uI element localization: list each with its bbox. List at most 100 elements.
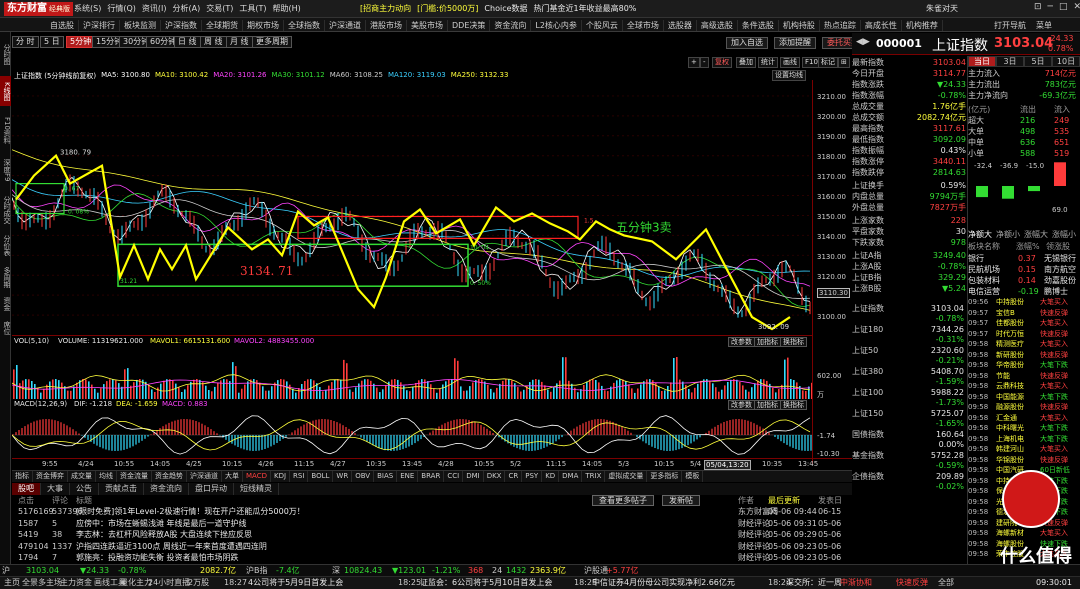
period-intraday[interactable]: 分 时 bbox=[12, 36, 39, 48]
indicator-tab[interactable]: 成交量 bbox=[68, 471, 96, 482]
ticker-news-item[interactable]: Choice数据 bbox=[484, 3, 527, 14]
news-tab-guba[interactable]: 股吧 bbox=[12, 483, 41, 495]
indicator-tab[interactable]: 大单 bbox=[222, 471, 243, 482]
ticker-item[interactable]: 全部 bbox=[938, 577, 954, 589]
indicator-tab[interactable]: CR bbox=[505, 471, 523, 482]
indicator-tab[interactable]: ENE bbox=[397, 471, 419, 482]
add-alert-button[interactable]: 添加提醒 bbox=[774, 37, 816, 49]
indicator-tab[interactable]: 资金博弈 bbox=[33, 471, 68, 482]
nav-item[interactable]: 机构推荐 bbox=[902, 20, 943, 31]
flow-event-row[interactable]: 09:58 新研股份 快速反弹 bbox=[968, 351, 1080, 360]
indicator-tab[interactable]: BIAS bbox=[374, 471, 398, 482]
nav-item[interactable]: 条件选股 bbox=[738, 20, 779, 31]
nav-item[interactable]: DDE决策 bbox=[448, 20, 491, 31]
nav-item[interactable]: 热点追踪 bbox=[820, 20, 861, 31]
ticker-news-item[interactable]: [门槛:价5000万] bbox=[417, 3, 478, 14]
close-icon[interactable]: ✕ bbox=[1073, 2, 1080, 12]
zoom-in-button[interactable]: + bbox=[688, 57, 700, 68]
indicator-tab[interactable]: CCI bbox=[444, 471, 464, 482]
ticker-item[interactable]: 18:25 bbox=[398, 577, 421, 589]
indicator-tab[interactable]: KD bbox=[542, 471, 560, 482]
nav-item[interactable]: L2核心内参 bbox=[531, 20, 582, 31]
menu-help[interactable]: 帮助(H) bbox=[272, 3, 300, 14]
news-row[interactable]: 479104 1337 沪指四连跌逼近3100点 周线近一年来首度遭遇四连阴 财经评论… bbox=[12, 541, 852, 553]
news-row[interactable]: 1794 7 郭施亮：投融资功能失衡 投资者最怕市场阴跌 财经评论 05-06 09:2… bbox=[12, 552, 852, 564]
flow-event-row[interactable]: 09:58 华锦股份 快速反弹 bbox=[968, 456, 1080, 465]
flow-event-row[interactable]: 09:58 中科曙光 大笔下跌 bbox=[968, 424, 1080, 433]
flow-event-row[interactable]: 09:58 节能 快速反弹 bbox=[968, 372, 1080, 381]
tab-seats[interactable]: 席位 bbox=[0, 318, 11, 338]
indicator-tab[interactable]: PSY bbox=[522, 471, 543, 482]
vol-change-indicator[interactable]: 换指标 bbox=[780, 337, 807, 347]
period-day[interactable]: 日 线 bbox=[174, 36, 201, 48]
menu-info[interactable]: 资讯(I) bbox=[142, 3, 167, 14]
flow-event-row[interactable]: 09:58 海螺新材 大笔买入 bbox=[968, 529, 1080, 538]
ticker-item[interactable]: 中渐协和 bbox=[840, 577, 872, 589]
sector-row[interactable]: 电信运营 -0.19 鹏博士 bbox=[968, 287, 1080, 297]
nav-item[interactable]: 沪深排行 bbox=[79, 20, 120, 31]
ticker-item[interactable]: 主页 bbox=[4, 577, 20, 589]
ticker-news-item[interactable]: 热门基金近1年收益最高80% bbox=[534, 3, 637, 14]
tab-3day[interactable]: 3日 bbox=[996, 56, 1024, 67]
tab-multi-period[interactable]: 多周期 bbox=[0, 264, 11, 290]
tab-price-table[interactable]: 分价表 bbox=[0, 232, 11, 258]
indicator-tab[interactable]: BOLL bbox=[308, 471, 334, 482]
news-tab-events[interactable]: 大事 bbox=[41, 483, 70, 495]
news-row[interactable]: 1587 5 应傍中：市场在蜥蜴浅滩 年线是最后一道守护线 财经评论 05-06 09:… bbox=[12, 518, 852, 530]
news-title[interactable]: 应傍中：市场在蜥蜴浅滩 年线是最后一道守护线 bbox=[76, 518, 247, 530]
nav-item[interactable]: 全球市场 bbox=[623, 20, 664, 31]
period-5min[interactable]: 5分钟 bbox=[66, 36, 96, 48]
nav-item[interactable]: 全球指数 bbox=[284, 20, 325, 31]
stats-button[interactable]: 统计 bbox=[758, 57, 778, 68]
news-row[interactable]: 5419 38 李志林：去杠杆风险释放A股 大盘连续下挫应反思 财经评论 05-06 0… bbox=[12, 529, 852, 541]
flow-event-row[interactable]: 09:58 华帝股份 大笔下跌 bbox=[968, 361, 1080, 370]
vol-edit-params[interactable]: 改参数 bbox=[728, 337, 755, 347]
period-month[interactable]: 月 线 bbox=[226, 36, 253, 48]
sector-row[interactable]: 包装材料 0.14 劲嘉股份 bbox=[968, 276, 1080, 286]
indicator-tab[interactable]: BRAR bbox=[418, 471, 445, 482]
flow-event-row[interactable]: 09:58 中国能源 大笔下跌 bbox=[968, 393, 1080, 402]
sector-row[interactable]: 银行 0.37 无锡银行 bbox=[968, 254, 1080, 264]
news-title[interactable]: 李志林：去杠杆风险释放A股 大盘连续下挫应反思 bbox=[76, 529, 252, 541]
ticker-item[interactable]: 4公司将于5月9日首发上会 bbox=[248, 577, 343, 589]
indicator-tab[interactable]: DKX bbox=[484, 471, 506, 482]
indicator-tab[interactable]: 均线 bbox=[96, 471, 117, 482]
indicator-tab[interactable]: RSI bbox=[290, 471, 309, 482]
news-tab-elves[interactable]: 短线精灵 bbox=[234, 483, 279, 495]
indicator-tab[interactable]: MACD bbox=[243, 471, 271, 482]
ticker-item[interactable]: 中信证券4月份母公司实现净利2.66亿元 bbox=[592, 577, 735, 589]
nav-item[interactable]: 机构持股 bbox=[779, 20, 820, 31]
nav-item[interactable]: 资金流向 bbox=[490, 20, 532, 31]
indicator-tab[interactable]: KDJ bbox=[271, 471, 291, 482]
period-5day[interactable]: 5 日 bbox=[40, 36, 64, 48]
flow-event-row[interactable]: 09:57 时代万恒 快速反弹 bbox=[968, 330, 1080, 339]
ticker-item[interactable]: 快速反弹 bbox=[896, 577, 928, 589]
indicator-tab[interactable]: 虚拟成交量 bbox=[605, 471, 648, 482]
layout-icon[interactable]: ⊞ bbox=[838, 57, 850, 68]
adjust-button[interactable]: 复权 bbox=[712, 57, 732, 68]
flow-event-row[interactable]: 09:57 佳都股份 大笔买入 bbox=[968, 319, 1080, 328]
indicator-tab[interactable]: TRIX bbox=[582, 471, 606, 482]
news-tab-fundflow[interactable]: 资金流向 bbox=[144, 483, 189, 495]
news-title[interactable]: 沪指四连跌逼近3100点 周线近一年来首度遭遇四连阴 bbox=[76, 541, 267, 553]
news-tab-movement[interactable]: 盘口异动 bbox=[189, 483, 234, 495]
tab-kline[interactable]: K线图 bbox=[0, 76, 11, 106]
news-tab-notices[interactable]: 公告 bbox=[70, 483, 99, 495]
vol-add-indicator[interactable]: 加指标 bbox=[754, 337, 781, 347]
ticker-news-item[interactable]: [招商主力动向 bbox=[360, 3, 411, 14]
sector-tab[interactable]: 净额小 bbox=[996, 230, 1020, 240]
nav-item[interactable]: 个股风云 bbox=[582, 20, 623, 31]
tab-today[interactable]: 当日 bbox=[968, 56, 996, 67]
tab-f9[interactable]: 深度F9 bbox=[0, 152, 11, 188]
nav-item[interactable]: 美股市场 bbox=[407, 20, 448, 31]
prev-next-icon[interactable]: ◀▶ bbox=[856, 37, 870, 47]
overlay-button[interactable]: 叠加 bbox=[736, 57, 756, 68]
mark-button[interactable]: 标记 bbox=[818, 57, 838, 68]
sector-tab[interactable]: 净额大 bbox=[968, 230, 992, 240]
ticker-item[interactable]: 24小时直播 bbox=[148, 577, 190, 589]
ticker-item[interactable]: 18:27 bbox=[224, 577, 247, 589]
indicator-tab[interactable]: 资金流量 bbox=[117, 471, 152, 482]
macd-edit-params[interactable]: 改参数 bbox=[728, 400, 755, 410]
indicator-tab[interactable]: 更多指标 bbox=[647, 471, 683, 482]
indicator-tab[interactable]: WR bbox=[333, 471, 353, 482]
